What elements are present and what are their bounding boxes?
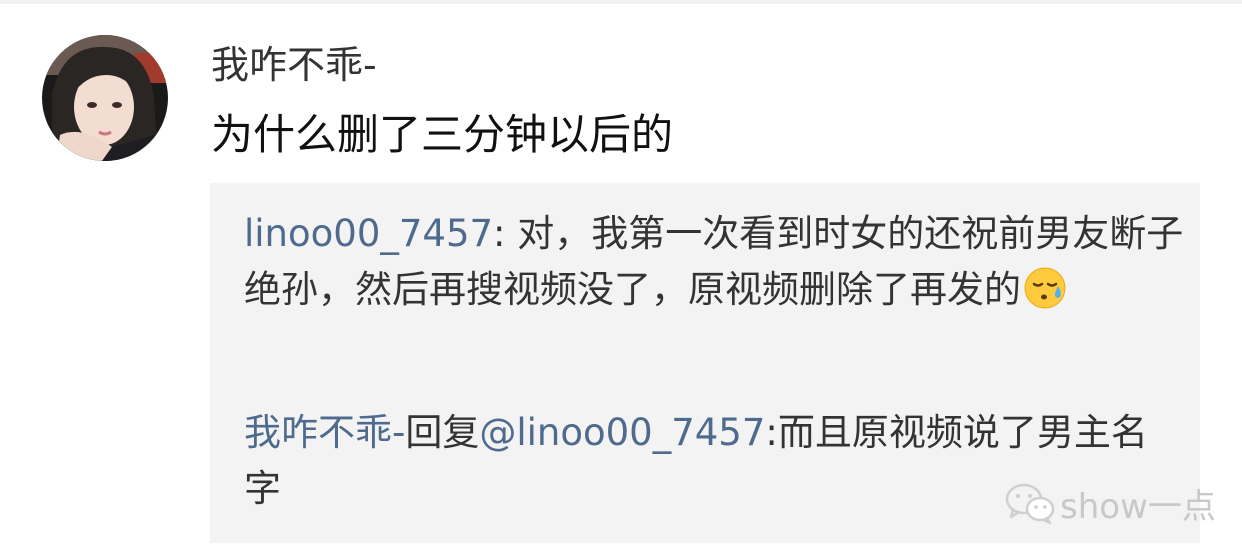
reply-separator: :	[493, 212, 518, 255]
reply-verb: 回复	[405, 411, 480, 454]
avatar[interactable]	[42, 35, 168, 161]
comment-text: 为什么删了三分钟以后的	[211, 110, 674, 159]
reply-separator: :	[765, 411, 778, 454]
comment-username[interactable]: 我咋不乖-	[211, 40, 377, 90]
reply-author-link[interactable]: linoo00_7457	[244, 212, 493, 255]
reply-item: linoo00_7457: 对，我第一次看到时女的还祝前男友断子绝孙，然后再搜视…	[244, 206, 1184, 318]
watermark-text: show一点	[1060, 486, 1216, 527]
wechat-icon	[1005, 483, 1055, 525]
reply-mention-link[interactable]: @linoo00_7457	[479, 411, 765, 454]
avatar-image	[42, 35, 168, 161]
watermark: show一点	[1004, 478, 1216, 528]
top-divider	[0, 0, 1242, 4]
reply-author-link[interactable]: 我咋不乖-	[244, 411, 405, 454]
sad-relieved-face-emoji-icon	[1023, 266, 1067, 310]
